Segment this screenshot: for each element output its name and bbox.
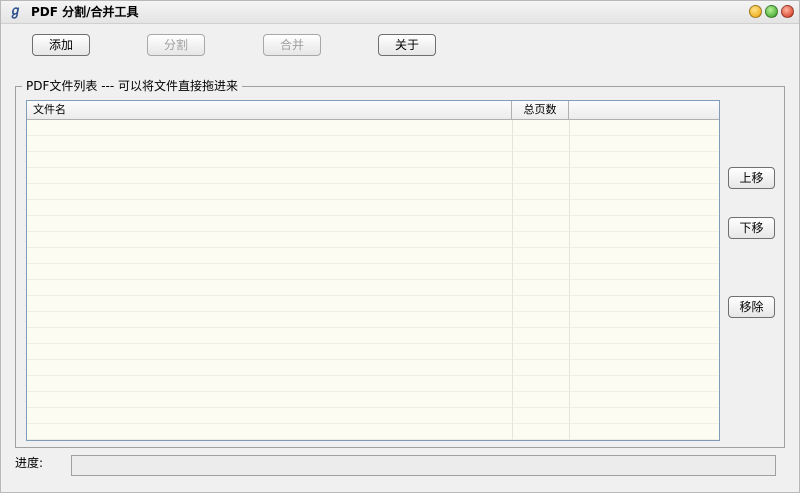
column-divider xyxy=(569,120,570,440)
about-button[interactable]: 关于 xyxy=(378,34,436,56)
column-header-filename[interactable]: 文件名 xyxy=(27,101,512,119)
window-title: PDF 分割/合并工具 xyxy=(31,5,139,19)
move-up-button[interactable]: 上移 xyxy=(728,167,775,189)
file-list-body[interactable] xyxy=(27,120,719,440)
move-down-button[interactable]: 下移 xyxy=(728,217,775,239)
pdf-app-icon: ℊ xyxy=(9,4,23,19)
file-list[interactable]: 文件名 总页数 xyxy=(26,100,720,441)
column-divider xyxy=(512,120,513,440)
main-window: ℊ PDF 分割/合并工具 添加 分割 合并 关于 PDF文件列表 --- 可以… xyxy=(0,0,800,493)
column-header-pages[interactable]: 总页数 xyxy=(512,101,569,119)
remove-button[interactable]: 移除 xyxy=(728,296,775,318)
file-list-group-label: PDF文件列表 --- 可以将文件直接拖进来 xyxy=(22,79,242,93)
progress-label: 进度: xyxy=(15,456,44,470)
add-button[interactable]: 添加 xyxy=(32,34,90,56)
close-button[interactable] xyxy=(781,5,794,18)
minimize-button[interactable] xyxy=(749,5,762,18)
file-list-header: 文件名 总页数 xyxy=(27,101,719,120)
title-bar[interactable]: ℊ PDF 分割/合并工具 xyxy=(1,1,799,24)
progress-bar xyxy=(71,455,776,476)
merge-button[interactable]: 合并 xyxy=(263,34,321,56)
split-button[interactable]: 分割 xyxy=(147,34,205,56)
maximize-button[interactable] xyxy=(765,5,778,18)
